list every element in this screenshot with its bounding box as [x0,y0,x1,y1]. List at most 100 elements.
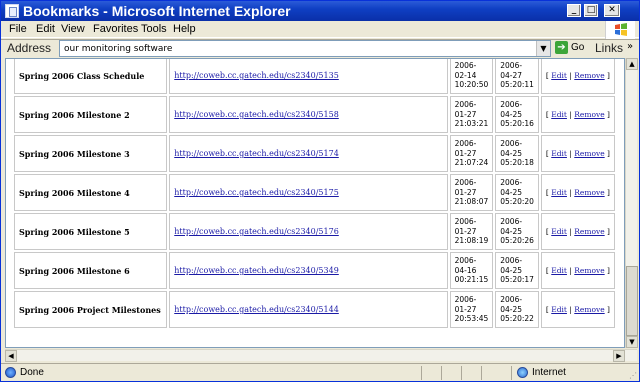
go-label: Go [571,42,585,53]
status-text: Done [20,367,44,378]
bookmark-url-cell: http://coweb.cc.gatech.edu/cs2340/5175 [169,174,448,211]
menu-view[interactable]: View [61,23,85,35]
scroll-down-arrow-icon[interactable]: ▼ [626,336,638,348]
maximize-button[interactable]: □ [584,4,598,17]
bookmark-modified: 2006-04-25 05:20:20 [495,174,539,211]
bookmark-created: 2006-01-27 21:03:21 [449,96,494,133]
bookmark-name: Spring 2006 Project Milestones [14,291,168,328]
menu-file[interactable]: File [9,23,27,35]
address-input[interactable] [64,42,524,55]
remove-link[interactable]: Remove [574,188,604,197]
bookmark-url-cell: http://coweb.cc.gatech.edu/cs2340/5158 [169,96,448,133]
ie-page-icon [5,4,19,18]
bookmark-name: Spring 2006 Class Schedule [14,59,168,94]
bookmark-url-cell: http://coweb.cc.gatech.edu/cs2340/5135 [169,59,448,94]
bookmark-actions: [ Edit | Remove ] [540,59,615,94]
bookmark-name: Spring 2006 Milestone 3 [14,135,168,172]
bracket-open: [ [545,266,549,275]
bracket-close: ] [607,305,610,314]
bracket-close: ] [607,110,610,119]
windows-logo-icon [605,21,635,39]
edit-link[interactable]: Edit [551,227,567,236]
vertical-scrollbar[interactable]: ▲ ▼ [625,58,638,348]
address-field[interactable]: ▼ [59,40,551,57]
bookmark-actions: [ Edit | Remove ] [540,174,615,211]
bookmark-name: Spring 2006 Milestone 5 [14,213,168,250]
edit-link[interactable]: Edit [551,71,567,80]
window-title: Bookmarks - Microsoft Internet Explorer [23,3,291,19]
bookmark-link[interactable]: http://coweb.cc.gatech.edu/cs2340/5158 [174,110,339,119]
bookmark-link[interactable]: http://coweb.cc.gatech.edu/cs2340/5135 [174,71,339,80]
title-bar[interactable]: Bookmarks - Microsoft Internet Explorer … [1,1,639,21]
separator: | [569,305,572,314]
bracket-close: ] [607,188,610,197]
edit-link[interactable]: Edit [551,110,567,119]
bookmark-link[interactable]: http://coweb.cc.gatech.edu/cs2340/5174 [174,149,339,158]
bookmark-link[interactable]: http://coweb.cc.gatech.edu/cs2340/5175 [174,188,339,197]
bookmark-created: 2006-01-27 21:07:24 [449,135,494,172]
scroll-right-arrow-icon[interactable]: ▶ [613,350,625,362]
bookmark-url-cell: http://coweb.cc.gatech.edu/cs2340/5176 [169,213,448,250]
status-bar: Done Internet ⋰ [1,363,639,381]
done-page-icon [5,367,16,378]
bookmark-modified: 2006-04-25 05:20:17 [495,252,539,289]
scroll-up-arrow-icon[interactable]: ▲ [626,58,638,70]
separator: | [569,227,572,236]
edit-link[interactable]: Edit [551,188,567,197]
bookmark-link[interactable]: http://coweb.cc.gatech.edu/cs2340/5144 [174,305,339,314]
chevron-down-icon[interactable]: ▼ [536,41,550,56]
bookmark-url-cell: http://coweb.cc.gatech.edu/cs2340/5144 [169,291,448,328]
remove-link[interactable]: Remove [574,266,604,275]
remove-link[interactable]: Remove [574,227,604,236]
bookmark-created: 2006-01-27 20:53:45 [449,291,494,328]
separator: | [569,266,572,275]
edit-link[interactable]: Edit [551,305,567,314]
menu-tools[interactable]: Tools [141,23,167,35]
table-row: Spring 2006 Milestone 5 http://coweb.cc.g… [14,213,615,250]
close-button[interactable]: ✕ [604,4,620,17]
menu-favorites[interactable]: Favorites [93,23,138,35]
remove-link[interactable]: Remove [574,110,604,119]
bracket-close: ] [607,266,610,275]
bookmark-actions: [ Edit | Remove ] [540,96,615,133]
separator: | [569,110,572,119]
edit-link[interactable]: Edit [551,149,567,158]
separator: | [569,149,572,158]
bookmark-link[interactable]: http://coweb.cc.gatech.edu/cs2340/5176 [174,227,339,236]
links-chevron-icon[interactable]: » [627,41,633,52]
bracket-open: [ [545,305,549,314]
bracket-open: [ [545,71,549,80]
menu-help[interactable]: Help [173,23,196,35]
address-label: Address [7,41,52,55]
bookmark-modified: 2006-04-25 05:20:22 [495,291,539,328]
go-button[interactable]: ➔ Go [555,41,589,56]
status-divider [481,366,482,380]
bracket-close: ] [607,71,610,80]
bookmark-modified: 2006-04-25 05:20:18 [495,135,539,172]
remove-link[interactable]: Remove [574,305,604,314]
page-content: Spring 2006 Class Schedule http://coweb.c… [5,58,625,348]
bookmark-link[interactable]: http://coweb.cc.gatech.edu/cs2340/5349 [174,266,339,275]
links-button[interactable]: Links [595,41,623,55]
status-divider [511,366,512,380]
horizontal-scrollbar[interactable]: ◀ ▶ [5,349,637,362]
bracket-open: [ [545,110,549,119]
table-row: Spring 2006 Milestone 6 http://coweb.cc.g… [14,252,615,289]
bookmark-actions: [ Edit | Remove ] [540,135,615,172]
resize-grip-icon[interactable]: ⋰ [629,371,637,380]
remove-link[interactable]: Remove [574,71,604,80]
remove-link[interactable]: Remove [574,149,604,158]
bracket-close: ] [607,227,610,236]
bracket-open: [ [545,227,549,236]
table-row: Spring 2006 Milestone 2 http://coweb.cc.g… [14,96,615,133]
address-bar: Address ▼ ➔ Go Links » [1,39,639,57]
vertical-scroll-thumb[interactable] [626,266,638,336]
edit-link[interactable]: Edit [551,266,567,275]
table-row: Spring 2006 Class Schedule http://coweb.c… [14,59,615,94]
bookmark-actions: [ Edit | Remove ] [540,252,615,289]
scroll-left-arrow-icon[interactable]: ◀ [5,350,17,362]
minimize-button[interactable]: _ [567,4,581,17]
bookmark-modified: 2006-04-25 05:20:26 [495,213,539,250]
separator: | [569,71,572,80]
menu-edit[interactable]: Edit [36,23,55,35]
